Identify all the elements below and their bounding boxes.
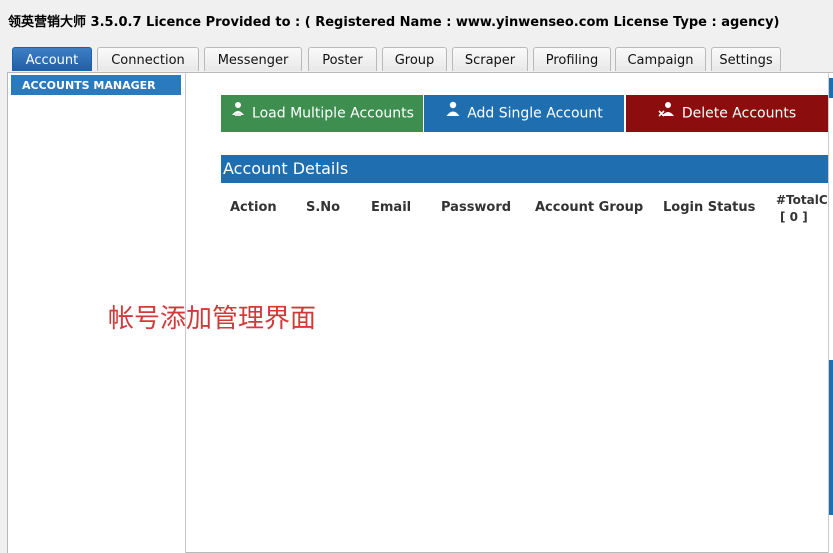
column-header-email[interactable]: Email xyxy=(371,200,411,215)
annotation-text: 帐号添加管理界面 xyxy=(108,304,317,334)
column-header-login-status[interactable]: Login Status xyxy=(663,200,755,215)
tab-profiling[interactable]: Profiling xyxy=(533,47,611,71)
tab-campaign[interactable]: Campaign xyxy=(615,47,706,71)
add-single-account-button[interactable]: Add Single Account xyxy=(424,95,624,132)
account-details-header: Account Details xyxy=(221,155,833,183)
load-multiple-accounts-label: Load Multiple Accounts xyxy=(252,105,414,122)
delete-accounts-label: Delete Accounts xyxy=(681,105,797,122)
right-edge-blue-marker xyxy=(829,78,833,98)
upload-users-icon xyxy=(230,95,246,132)
sidebar-item-accounts-manager[interactable]: ACCOUNTS MANAGER xyxy=(11,75,181,95)
window-title: 领英营销大师 3.5.0.7 Licence Provided to : ( R… xyxy=(8,15,780,30)
column-header-action[interactable]: Action xyxy=(230,200,277,215)
title-bar: 领英营销大师 3.5.0.7 Licence Provided to : ( R… xyxy=(0,0,833,40)
user-icon xyxy=(445,95,461,132)
column-header-password[interactable]: Password xyxy=(441,200,511,215)
delete-accounts-button[interactable]: Delete Accounts xyxy=(626,95,828,132)
total-count-value: [ 0 ] xyxy=(780,210,808,224)
right-edge-blue-scroll[interactable] xyxy=(829,360,833,515)
tab-settings[interactable]: Settings xyxy=(711,47,781,71)
tab-bar: Account Connection Messenger Poster Grou… xyxy=(0,47,833,72)
load-multiple-accounts-button[interactable]: Load Multiple Accounts xyxy=(221,95,423,132)
tab-connection[interactable]: Connection xyxy=(97,47,199,71)
column-header-account-group[interactable]: Account Group xyxy=(535,200,643,215)
tab-scraper[interactable]: Scraper xyxy=(452,47,528,71)
account-details-title: Account Details xyxy=(223,159,349,178)
column-header-total-count[interactable]: #TotalCo xyxy=(776,193,833,207)
add-single-account-label: Add Single Account xyxy=(467,105,603,122)
main-panel: ACCOUNTS MANAGER Load Multiple Accounts … xyxy=(7,72,833,553)
tab-poster[interactable]: Poster xyxy=(308,47,377,71)
tab-account[interactable]: Account xyxy=(12,47,92,71)
tab-messenger[interactable]: Messenger xyxy=(204,47,302,71)
column-header-sno[interactable]: S.No xyxy=(306,200,340,215)
delete-user-icon xyxy=(658,95,676,132)
tab-group[interactable]: Group xyxy=(382,47,447,71)
